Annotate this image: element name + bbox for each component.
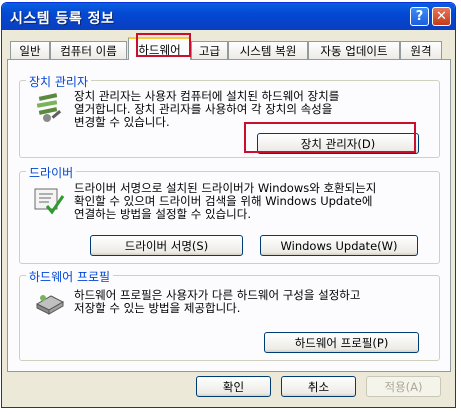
tab-general[interactable]: 일반 — [10, 41, 50, 59]
tab-strip: 일반 컴퓨터 이름 하드웨어 고급 시스템 복원 자동 업데이트 원격 — [7, 37, 451, 60]
tab-remote[interactable]: 원격 — [400, 41, 442, 59]
hardware-profile-icon — [33, 288, 65, 318]
title-bar[interactable]: 시스템 등록 정보 ? ✕ — [2, 3, 455, 30]
device-manager-title: 장치 관리자 — [26, 73, 92, 90]
device-manager-highlight — [244, 122, 416, 153]
device-manager-icon — [33, 93, 65, 123]
close-button[interactable]: ✕ — [432, 7, 451, 26]
ok-button[interactable]: 확인 — [196, 376, 271, 397]
hardware-profile-title: 하드웨어 프로필 — [26, 268, 114, 285]
driver-signing-icon — [33, 186, 65, 216]
hardware-profile-group: 하드웨어 프로필 하드웨어 프로필은 사용자가 다른 하드웨어 구성을 설정하고… — [19, 268, 440, 361]
cancel-button[interactable]: 취소 — [281, 376, 356, 397]
apply-button[interactable]: 적용(A) — [366, 376, 441, 397]
driver-title: 드라이버 — [26, 164, 77, 181]
window-title: 시스템 등록 정보 — [10, 11, 115, 27]
hardware-profile-description: 하드웨어 프로필은 사용자가 다른 하드웨어 구성을 설정하고 저장할 수 있는… — [74, 288, 361, 315]
hardware-tab-highlight — [136, 33, 191, 57]
tab-automatic-updates[interactable]: 자동 업데이트 — [308, 41, 400, 59]
tab-advanced[interactable]: 고급 — [191, 41, 228, 59]
driver-description: 드라이버 서명으로 설치된 드라이버가 Windows와 호환되는지 확인할 수… — [74, 181, 377, 221]
driver-group: 드라이버 드라이버 서명으로 설치된 드라이버가 Windows와 호환되는지 … — [19, 164, 440, 264]
windows-update-button[interactable]: Windows Update(W) — [260, 235, 418, 256]
tab-computer-name[interactable]: 컴퓨터 이름 — [50, 41, 127, 59]
hardware-profile-button[interactable]: 하드웨어 프로필(P) — [264, 332, 419, 353]
hardware-tab-panel: 장치 관리자 장치 관리자는 사용자 컴퓨터에 설치된 하드웨어 장치를 열거합… — [7, 59, 451, 372]
system-properties-window: 시스템 등록 정보 ? ✕ 일반 컴퓨터 이름 하드웨어 고급 시스템 복원 자… — [1, 2, 456, 408]
help-button[interactable]: ? — [410, 7, 429, 26]
driver-signing-button[interactable]: 드라이버 서명(S) — [90, 235, 243, 256]
close-icon: ✕ — [436, 9, 447, 24]
tab-system-restore[interactable]: 시스템 복원 — [228, 41, 308, 59]
help-icon: ? — [415, 9, 424, 24]
